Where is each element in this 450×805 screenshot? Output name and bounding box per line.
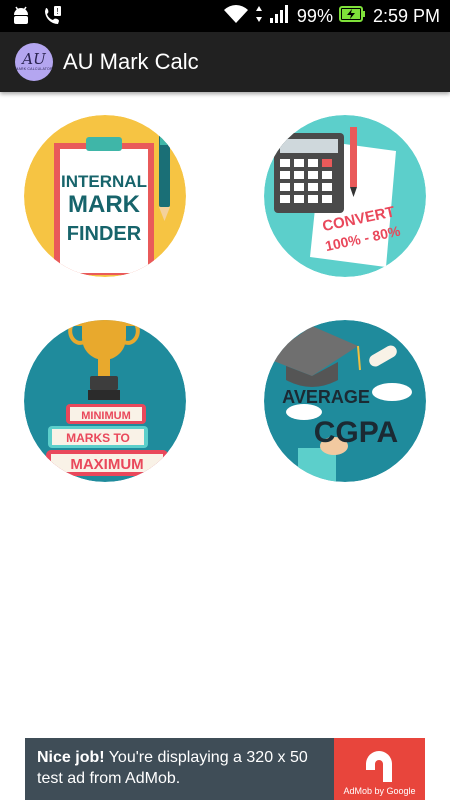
- battery-charging-icon: [338, 5, 367, 28]
- minimum-marks-to-maximum-button[interactable]: MINIMUM MARKS TO MAXIMUM: [24, 320, 186, 482]
- admob-logo-panel: AdMob by Google: [334, 738, 425, 800]
- app-logo-subtext: MARK CALCULATOR: [15, 67, 53, 71]
- tile-line: MARK: [68, 191, 141, 218]
- android-icon: [12, 6, 30, 31]
- tile-line: MAXIMUM: [70, 456, 143, 473]
- svg-text:!: !: [56, 7, 58, 16]
- signal-icon: [269, 4, 291, 29]
- tile-line: AVERAGE: [282, 387, 370, 407]
- tile-line: MINIMUM: [81, 410, 131, 422]
- call-notification-icon: !: [42, 5, 62, 32]
- admob-brand: AdMob by Google: [343, 786, 416, 796]
- app-logo-text: AU: [22, 50, 46, 68]
- tile-line: FINDER: [67, 223, 142, 245]
- tile-line: MARKS TO: [66, 431, 130, 445]
- average-cgpa-button[interactable]: AVERAGE CGPA: [264, 320, 426, 482]
- app-logo: AU MARK CALCULATOR: [15, 43, 53, 81]
- tile-line: CGPA: [314, 416, 398, 449]
- battery-percent: 99%: [296, 6, 333, 26]
- app-bar: AU MARK CALCULATOR AU Mark Calc: [0, 32, 450, 92]
- ad-message: Nice job! You're displaying a 320 x 50 t…: [25, 738, 334, 800]
- tile-line: INTERNAL: [61, 172, 147, 191]
- ad-banner[interactable]: Nice job! You're displaying a 320 x 50 t…: [25, 738, 425, 800]
- data-arrows-icon: [255, 4, 263, 29]
- clock: 2:59 PM: [372, 6, 440, 26]
- ad-headline: Nice job!: [37, 749, 105, 766]
- status-bar: ! 99% 2:59 PM: [0, 0, 450, 32]
- wifi-icon: [223, 4, 249, 29]
- convert-percentage-button[interactable]: CONVERT 100% - 80%: [264, 115, 426, 277]
- internal-mark-finder-button[interactable]: INTERNAL MARK FINDER: [24, 115, 186, 277]
- app-title: AU Mark Calc: [63, 49, 199, 74]
